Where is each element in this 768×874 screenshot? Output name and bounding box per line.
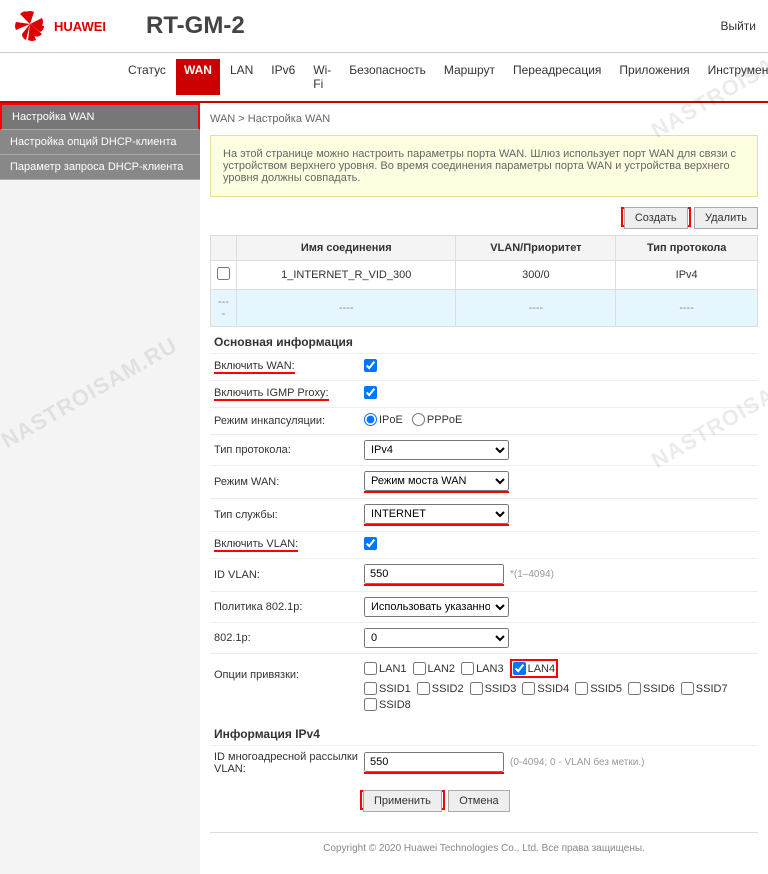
bind-ssid5-checkbox[interactable] xyxy=(575,682,588,695)
device-title: RT-GM-2 xyxy=(146,12,245,40)
wanmode-select[interactable]: Режим моста WAN xyxy=(364,471,509,491)
bind-ssid5[interactable]: SSID5 xyxy=(575,682,622,695)
enable-vlan-label: Включить VLAN: xyxy=(214,538,298,552)
cancel-button[interactable]: Отмена xyxy=(448,790,509,812)
sidebar-item[interactable]: Настройка WAN xyxy=(0,103,200,130)
bind-ssid6[interactable]: SSID6 xyxy=(628,682,675,695)
nav-tab-lan[interactable]: LAN xyxy=(222,59,261,95)
info-box: На этой странице можно настроить парамет… xyxy=(210,135,758,197)
bind-lan3-checkbox[interactable] xyxy=(461,662,474,675)
content: WAN > Настройка WAN На этой странице мож… xyxy=(200,103,768,874)
bind-ssid4[interactable]: SSID4 xyxy=(522,682,569,695)
nav-tab-безопасность[interactable]: Безопасность xyxy=(341,59,434,95)
delete-button[interactable]: Удалить xyxy=(694,207,758,229)
nav-tab-приложения[interactable]: Приложения xyxy=(611,59,697,95)
bind-ssid7-checkbox[interactable] xyxy=(681,682,694,695)
bind-ssid2-checkbox[interactable] xyxy=(417,682,430,695)
encap-label: Режим инкапсуляции: xyxy=(214,415,364,427)
bind-ssid2[interactable]: SSID2 xyxy=(417,682,464,695)
bind-ssid4-checkbox[interactable] xyxy=(522,682,535,695)
section-basic-info: Основная информация xyxy=(210,327,758,353)
bind-ssid8[interactable]: SSID8 xyxy=(364,698,411,711)
nav-tab-ipv6[interactable]: IPv6 xyxy=(263,59,303,95)
encap-ipoe-radio[interactable] xyxy=(364,413,377,426)
bind-lan1-checkbox[interactable] xyxy=(364,662,377,675)
row-select-checkbox[interactable] xyxy=(217,267,230,280)
nav-tab-wi-fi[interactable]: Wi-Fi xyxy=(305,59,339,95)
sidebar-item[interactable]: Настройка опций DHCP-клиента xyxy=(0,130,200,155)
bind-lan3[interactable]: LAN3 xyxy=(461,662,504,675)
binding-options: LAN1 LAN2 LAN3 LAN4 SSID1 SSID2 SSID3 SSID4 SSI… xyxy=(364,659,754,714)
policy-label: Политика 802.1p: xyxy=(214,601,364,613)
proto-label: Тип протокола: xyxy=(214,444,364,456)
mcast-vlan-label: ID многоадресной рассылки VLAN: xyxy=(214,751,364,775)
bind-ssid1[interactable]: SSID1 xyxy=(364,682,411,695)
enable-wan-label: Включить WAN: xyxy=(214,360,295,374)
table-actions: Создать Удалить xyxy=(210,207,758,229)
enable-igmp-checkbox[interactable] xyxy=(364,386,377,399)
service-select[interactable]: INTERNET xyxy=(364,504,509,524)
breadcrumb: WAN > Настройка WAN xyxy=(210,109,758,135)
table-row: ---------------- xyxy=(211,290,758,327)
brand-logo: HUAWEI xyxy=(12,8,106,44)
service-label: Тип службы: xyxy=(214,509,364,521)
enable-vlan-checkbox[interactable] xyxy=(364,537,377,550)
huawei-icon xyxy=(12,8,48,44)
nav-tab-переадресация[interactable]: Переадресация xyxy=(505,59,609,95)
table-row[interactable]: 1_INTERNET_R_VID_300 300/0 IPv4 xyxy=(211,261,758,290)
enable-igmp-label: Включить IGMP Proxy: xyxy=(214,387,329,401)
wanmode-label: Режим WAN: xyxy=(214,476,364,488)
bind-ssid6-checkbox[interactable] xyxy=(628,682,641,695)
footer-copyright: Copyright © 2020 Huawei Technologies Co.… xyxy=(210,832,758,864)
connections-table: Имя соединения VLAN/Приоритет Тип проток… xyxy=(210,235,758,327)
bind-ssid7[interactable]: SSID7 xyxy=(681,682,728,695)
brand-text: HUAWEI xyxy=(54,19,106,34)
logout-link[interactable]: Выйти xyxy=(720,19,756,33)
sidebar: Настройка WANНастройка опций DHCP-клиент… xyxy=(0,103,200,874)
p8021-label: 802.1p: xyxy=(214,632,364,644)
vlanid-input[interactable] xyxy=(364,564,504,584)
binding-label: Опции привязки: xyxy=(214,659,364,681)
p8021-select[interactable]: 0 xyxy=(364,628,509,648)
bind-ssid3-checkbox[interactable] xyxy=(470,682,483,695)
section-ipv4-info: Информация IPv4 xyxy=(210,719,758,745)
bind-lan2-checkbox[interactable] xyxy=(413,662,426,675)
nav-tab-wan[interactable]: WAN xyxy=(176,59,220,95)
bind-ssid1-checkbox[interactable] xyxy=(364,682,377,695)
header: HUAWEI RT-GM-2 Выйти xyxy=(0,0,768,53)
bind-ssid8-checkbox[interactable] xyxy=(364,698,377,711)
bind-ssid3[interactable]: SSID3 xyxy=(470,682,517,695)
policy-select[interactable]: Использовать указанное xyxy=(364,597,509,617)
apply-button[interactable]: Применить xyxy=(363,790,442,812)
nav-tab-инструменты[interactable]: Инструменты xyxy=(700,59,768,95)
bind-lan4[interactable]: LAN4 xyxy=(510,659,559,678)
main-nav: СтатусWANLANIPv6Wi-FiБезопасностьМаршрут… xyxy=(0,53,768,101)
bind-lan4-checkbox[interactable] xyxy=(513,662,526,675)
col-proto: Тип протокола xyxy=(616,236,758,261)
enable-wan-checkbox[interactable] xyxy=(364,359,377,372)
bind-lan1[interactable]: LAN1 xyxy=(364,662,407,675)
encap-pppoe-radio[interactable] xyxy=(412,413,425,426)
nav-tab-маршрут[interactable]: Маршрут xyxy=(436,59,503,95)
proto-select[interactable]: IPv4 xyxy=(364,440,509,460)
sidebar-item[interactable]: Параметр запроса DHCP-клиента xyxy=(0,155,200,180)
nav-tab-статус[interactable]: Статус xyxy=(120,59,174,95)
col-name: Имя соединения xyxy=(237,236,456,261)
mcast-vlan-input[interactable] xyxy=(364,752,504,772)
vlanid-label: ID VLAN: xyxy=(214,569,364,581)
bind-lan2[interactable]: LAN2 xyxy=(413,662,456,675)
create-button[interactable]: Создать xyxy=(624,207,688,229)
col-vlan: VLAN/Приоритет xyxy=(456,236,616,261)
